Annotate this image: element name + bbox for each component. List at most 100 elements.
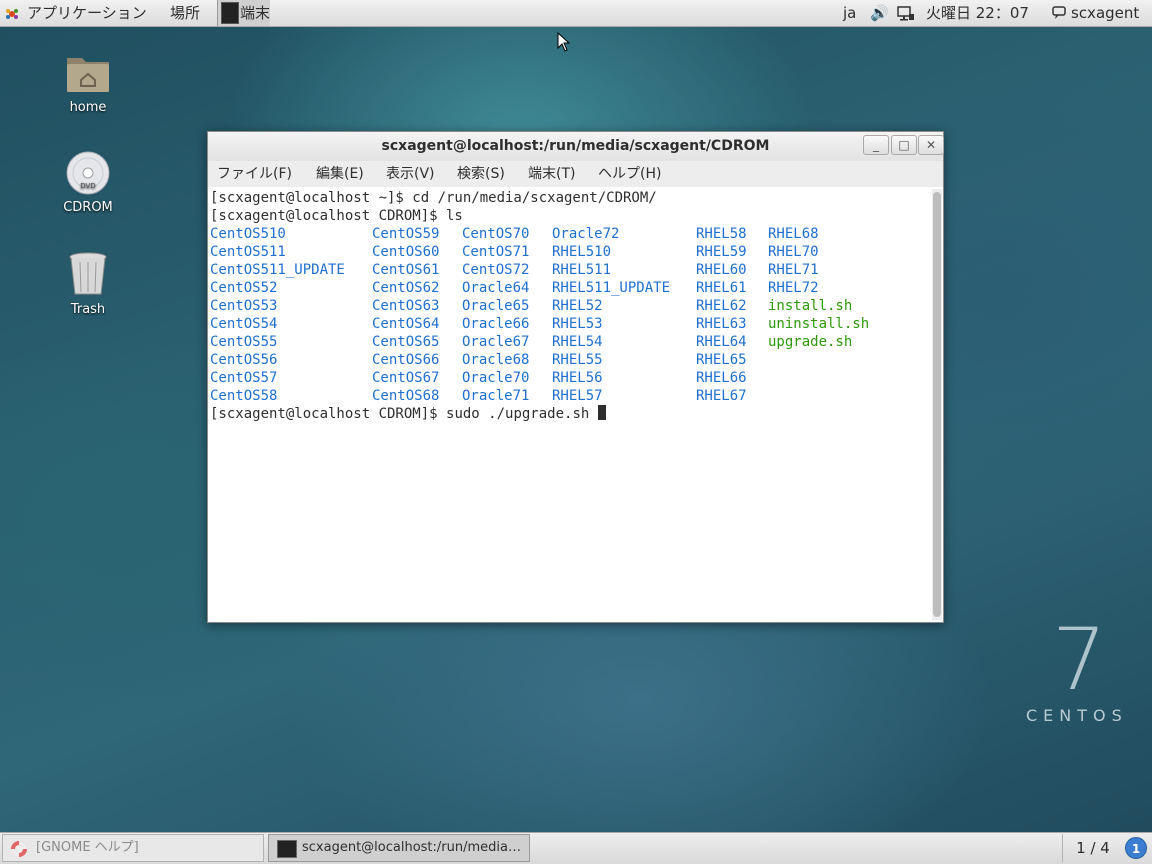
terminal-taskbar-button[interactable]: 端末: [217, 0, 270, 26]
ls-entry-directory: RHEL65: [696, 352, 747, 368]
terminal-task-label: 端末: [240, 4, 271, 22]
window-title: scxagent@localhost:/run/media/scxagent/C…: [381, 138, 770, 154]
trash-icon: [69, 252, 107, 295]
ls-entry-directory: CentOS59: [372, 226, 440, 242]
ls-entry-directory: RHEL67: [696, 388, 747, 404]
terminal-icon: [221, 2, 239, 24]
language-indicator[interactable]: ja: [843, 0, 856, 27]
scrollbar[interactable]: [932, 189, 942, 620]
menu-terminal[interactable]: 端末(T): [528, 161, 575, 187]
window-titlebar[interactable]: scxagent@localhost:/run/media/scxagent/C…: [208, 132, 943, 162]
desktop-icon-label: CDROM: [63, 200, 113, 215]
ls-entry-directory: RHEL72: [768, 280, 819, 296]
ls-entry-directory: Oracle70: [462, 370, 530, 386]
ls-entry-directory: RHEL70: [768, 244, 819, 260]
ls-entry-directory: CentOS64: [372, 316, 440, 332]
menu-file[interactable]: ファイル(F): [217, 161, 292, 187]
command: sudo ./upgrade.sh: [446, 406, 598, 422]
ls-entry-directory: CentOS56: [210, 352, 278, 368]
menu-bar: ファイル(F) 編集(E) 表示(V) 検索(S) 端末(T) ヘルプ(H): [208, 161, 943, 187]
ls-entry-directory: CentOS58: [210, 388, 278, 404]
ls-entry-directory: RHEL64: [696, 334, 747, 350]
clock[interactable]: 火曜日 22：07: [926, 0, 1029, 27]
network-icon[interactable]: [897, 6, 915, 22]
ls-entry-directory: RHEL54: [552, 334, 603, 350]
terminal-line: [scxagent@localhost ~]$ cd /run/media/sc…: [210, 190, 657, 206]
ls-entry-directory: CentOS53: [210, 298, 278, 314]
ls-entry-directory: CentOS52: [210, 280, 278, 296]
menu-search[interactable]: 検索(S): [457, 161, 505, 187]
terminal-window[interactable]: scxagent@localhost:/run/media/scxagent/C…: [207, 131, 944, 623]
scrollbar-thumb[interactable]: [933, 192, 941, 617]
ls-entry-directory: CentOS67: [372, 370, 440, 386]
ls-entry-directory: CentOS55: [210, 334, 278, 350]
ls-entry-directory: Oracle65: [462, 298, 530, 314]
terminal-icon: [277, 840, 297, 858]
ls-entry-directory: RHEL55: [552, 352, 603, 368]
ls-entry-directory: RHEL58: [696, 226, 747, 242]
ls-entry-directory: CentOS70: [462, 226, 530, 242]
ls-entry-directory: RHEL71: [768, 262, 819, 278]
menu-edit[interactable]: 編集(E): [316, 161, 364, 187]
menu-view[interactable]: 表示(V): [386, 161, 435, 187]
terminal-output[interactable]: [scxagent@localhost ~]$ cd /run/media/sc…: [208, 187, 932, 622]
taskbar-item-gnome-help[interactable]: [GNOME ヘルプ]: [2, 834, 264, 862]
notification-badge[interactable]: 1: [1125, 837, 1147, 859]
ls-entry-directory: RHEL511: [552, 262, 612, 278]
desktop-icon-trash[interactable]: Trash: [43, 250, 133, 317]
ls-entry-directory: Oracle66: [462, 316, 530, 332]
desktop-icon-label: home: [69, 100, 107, 115]
text-cursor: [597, 405, 606, 420]
ls-entry-directory: Oracle72: [552, 226, 620, 242]
ls-entry-directory: CentOS66: [372, 352, 440, 368]
ls-entry-directory: RHEL56: [552, 370, 603, 386]
ls-entry-directory: CentOS61: [372, 262, 440, 278]
ls-entry-directory: CentOS72: [462, 262, 530, 278]
task-label: scxagent@localhost:/run/media…: [302, 840, 521, 855]
ls-entry-directory: RHEL60: [696, 262, 747, 278]
ls-entry-directory: CentOS63: [372, 298, 440, 314]
ls-entry-directory: RHEL61: [696, 280, 747, 296]
minimize-button[interactable]: _: [863, 135, 889, 155]
home-folder-icon: [67, 58, 109, 92]
help-lifebuoy-icon: [11, 841, 27, 857]
ls-entry-directory: RHEL510: [552, 244, 612, 260]
ls-entry-directory: CentOS511: [210, 244, 286, 260]
ls-entry-directory: RHEL63: [696, 316, 747, 332]
ls-entry-directory: RHEL66: [696, 370, 747, 386]
mouse-pointer-icon: [557, 32, 571, 52]
prompt: [scxagent@localhost CDROM]$: [210, 406, 447, 422]
user-menu[interactable]: scxagent: [1071, 0, 1139, 27]
ls-entry-directory: RHEL511_UPDATE: [552, 280, 671, 296]
ls-entry-directory: CentOS510: [210, 226, 286, 242]
desktop-icon-home[interactable]: home: [43, 50, 133, 115]
maximize-button[interactable]: □: [891, 135, 917, 155]
applications-icon: [6, 9, 18, 19]
top-panel: アプリケーション 場所 端末 ja 🔊 火曜日 22：07 scxagent: [0, 0, 1152, 27]
workspace-switcher[interactable]: 1 / 4: [1062, 834, 1123, 862]
ls-entry-directory: Oracle68: [462, 352, 530, 368]
ls-entry-directory: Oracle64: [462, 280, 530, 296]
ls-entry-directory: Oracle71: [462, 388, 530, 404]
ls-entry-directory: RHEL59: [696, 244, 747, 260]
terminal-line: [scxagent@localhost CDROM]$ ls: [210, 208, 463, 224]
terminal-prompt-line: [scxagent@localhost CDROM]$ sudo ./upgra…: [210, 405, 606, 423]
ls-entry-directory: RHEL68: [768, 226, 819, 242]
ls-entry-directory: CentOS65: [372, 334, 440, 350]
ls-entry-executable: upgrade.sh: [768, 334, 853, 350]
volume-icon[interactable]: 🔊: [870, 0, 889, 27]
close-button[interactable]: ✕: [918, 135, 944, 155]
places-menu[interactable]: 場所: [170, 0, 200, 27]
taskbar-item-terminal[interactable]: scxagent@localhost:/run/media…: [268, 834, 530, 862]
desktop-icon-cdrom[interactable]: DVD CDROM: [43, 150, 133, 215]
menu-help[interactable]: ヘルプ(H): [598, 161, 661, 187]
centos-logo-number: 7: [1052, 610, 1107, 710]
task-label: [GNOME ヘルプ]: [36, 840, 139, 855]
ls-entry-directory: CentOS60: [372, 244, 440, 260]
applications-menu[interactable]: アプリケーション: [27, 0, 147, 27]
ls-entry-directory: CentOS57: [210, 370, 278, 386]
ls-entry-directory: RHEL53: [552, 316, 603, 332]
ls-entry-directory: RHEL57: [552, 388, 603, 404]
ls-entry-executable: uninstall.sh: [768, 316, 870, 332]
ls-entry-directory: CentOS54: [210, 316, 278, 332]
